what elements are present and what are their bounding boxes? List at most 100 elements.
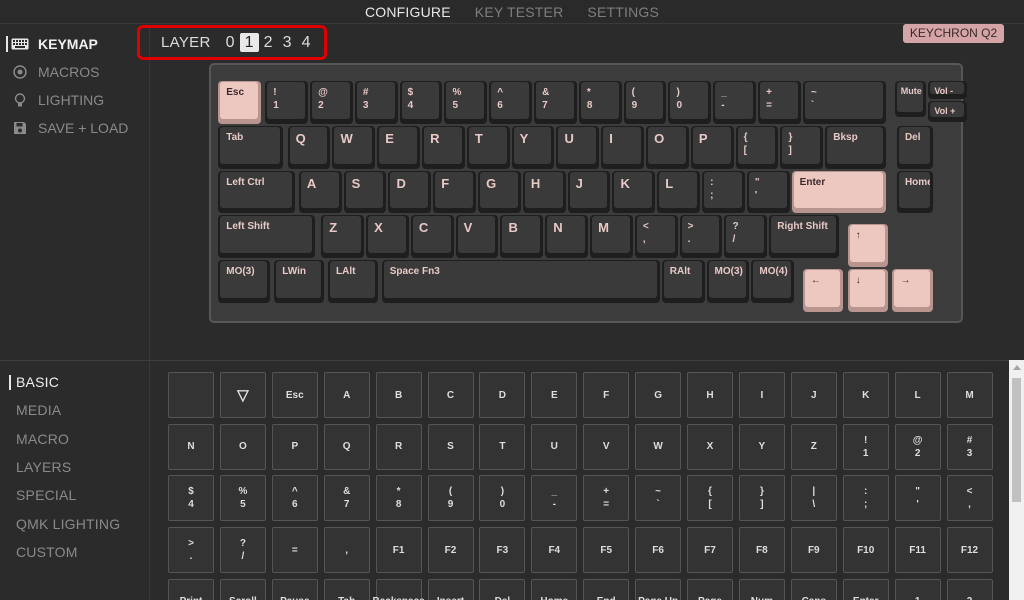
keycode-button[interactable]: ? / <box>219 527 266 574</box>
layer-option-3[interactable]: 3 <box>278 34 297 52</box>
keycode-button[interactable]: F3 <box>479 527 526 574</box>
key-lalt[interactable]: LAlt <box>328 260 378 303</box>
keycode-button[interactable]: R <box>375 423 422 470</box>
keycode-button[interactable]: F9 <box>790 527 837 574</box>
keycode-button[interactable]: Tab <box>323 578 370 600</box>
keycode-button[interactable]: I <box>738 372 785 418</box>
key-m[interactable]: M <box>590 215 633 259</box>
keycode-button[interactable]: ^ 6 <box>271 475 318 522</box>
category-layers[interactable]: LAYERS <box>16 459 71 475</box>
keycode-button[interactable]: Pause <box>271 578 318 600</box>
key-space[interactable]: Space Fn3 <box>381 260 660 303</box>
key-slash[interactable]: ? / <box>724 215 768 259</box>
key-grave[interactable]: ~ ` <box>802 81 886 124</box>
keycode-button[interactable]: + = <box>583 475 630 522</box>
key-s[interactable]: S <box>343 170 387 214</box>
keycode-button[interactable]: S <box>427 423 474 470</box>
key-k8[interactable]: * 8 <box>578 81 622 124</box>
key-tab[interactable]: Tab <box>218 125 284 169</box>
key-c[interactable]: C <box>410 215 454 259</box>
key-i[interactable]: I <box>601 125 645 169</box>
key-k7[interactable]: & 7 <box>534 81 577 124</box>
keycode-button[interactable]: " ' <box>894 475 941 522</box>
keycode-button[interactable]: F12 <box>946 527 993 574</box>
scrollbar[interactable] <box>1009 360 1024 600</box>
keycode-button[interactable]: Enter <box>842 578 889 600</box>
key-mo3b[interactable]: MO(3) <box>706 260 750 303</box>
keycode-button[interactable]: Esc <box>271 372 318 418</box>
key-r[interactable]: R <box>422 125 465 169</box>
keycode-button[interactable]: G <box>635 372 682 418</box>
key-mo4[interactable]: MO(4) <box>751 260 795 303</box>
keycode-button[interactable]: * 8 <box>375 475 422 522</box>
key-volup[interactable]: Vol + <box>928 101 967 122</box>
keycode-button[interactable]: M <box>946 372 993 418</box>
keycode-button[interactable]: @2 <box>894 423 941 470</box>
key-ralt[interactable]: RAlt <box>661 260 705 303</box>
keycode-button[interactable]: Page Up <box>635 578 682 600</box>
key-rbr[interactable]: }] <box>780 125 824 169</box>
key-del[interactable]: Del <box>896 125 934 169</box>
keycode-button[interactable]: :; <box>842 475 889 522</box>
category-qmk-lighting[interactable]: QMK LIGHTING <box>16 516 120 532</box>
key-d[interactable]: D <box>388 170 432 214</box>
key-f[interactable]: F <box>433 170 477 214</box>
category-media[interactable]: MEDIA <box>16 402 61 418</box>
keycode-button[interactable]: }] <box>738 475 785 522</box>
key-mute[interactable]: Mute <box>894 81 927 118</box>
key-bksp[interactable]: Bksp <box>825 125 886 169</box>
key-lbr[interactable]: {[ <box>735 125 779 169</box>
keycode-button[interactable]: Insert <box>427 578 474 600</box>
key-g[interactable]: G <box>478 170 521 214</box>
keycode-button[interactable]: K <box>842 372 889 418</box>
key-j[interactable]: J <box>567 170 611 214</box>
keycode-button[interactable]: H <box>687 372 733 418</box>
keycode-button[interactable]: Y <box>738 423 785 470</box>
key-b[interactable]: B <box>500 215 544 259</box>
keycode-button[interactable]: E <box>531 372 578 418</box>
keycode-button[interactable]: F11 <box>894 527 941 574</box>
keycode-button[interactable]: F1 <box>375 527 422 574</box>
key-k3[interactable]: #3 <box>354 81 398 124</box>
keycode-button[interactable]: #3 <box>946 423 993 470</box>
keycode-button[interactable]: Scroll <box>219 578 266 600</box>
keycode-button[interactable]: F4 <box>531 527 578 574</box>
keycode-button[interactable]: ▽ <box>219 372 266 418</box>
keycode-button[interactable]: Home <box>531 578 578 600</box>
key-y[interactable]: Y <box>511 125 555 169</box>
keycode-button[interactable]: F5 <box>583 527 630 574</box>
key-period[interactable]: >. <box>679 215 723 259</box>
category-special[interactable]: SPECIAL <box>16 487 77 503</box>
key-minus[interactable]: _ - <box>713 81 757 124</box>
key-lwin[interactable]: LWin <box>274 260 324 303</box>
tab-key-tester[interactable]: KEY TESTER <box>475 4 564 20</box>
key-k0[interactable]: ) 0 <box>668 81 712 124</box>
key-k[interactable]: K <box>612 170 656 214</box>
key-lshift[interactable]: Left Shift <box>218 215 315 259</box>
sidebar-item-save-load[interactable]: SAVE + LOAD <box>10 118 128 138</box>
key-k5[interactable]: % 5 <box>444 81 488 124</box>
keycode-button[interactable]: D <box>479 372 526 418</box>
keycode-button[interactable]: Num <box>738 578 785 600</box>
keycode-button[interactable]: Page <box>687 578 733 600</box>
key-equal[interactable]: + = <box>758 81 801 124</box>
key-semi[interactable]: :; <box>702 170 745 214</box>
keycode-button[interactable]: {[ <box>687 475 733 522</box>
keycode-button[interactable]: X <box>687 423 733 470</box>
key-e[interactable]: E <box>377 125 421 169</box>
keycode-button[interactable]: B <box>375 372 422 418</box>
key-q[interactable]: Q <box>287 125 331 169</box>
keycode-button[interactable]: ~ ` <box>635 475 682 522</box>
keycode-button[interactable]: U <box>531 423 578 470</box>
keycode-button[interactable]: Del <box>479 578 526 600</box>
key-a[interactable]: A <box>298 170 342 214</box>
keycode-button[interactable]: W <box>635 423 682 470</box>
keycode-button[interactable]: F <box>583 372 630 418</box>
keycode-button[interactable]: % 5 <box>219 475 266 522</box>
key-k6[interactable]: ^ 6 <box>489 81 533 124</box>
keycode-button[interactable]: V <box>583 423 630 470</box>
key-n[interactable]: N <box>545 215 589 259</box>
tab-configure[interactable]: CONFIGURE <box>365 4 451 20</box>
tab-settings[interactable]: SETTINGS <box>587 4 659 20</box>
keycode-button[interactable]: F8 <box>738 527 785 574</box>
